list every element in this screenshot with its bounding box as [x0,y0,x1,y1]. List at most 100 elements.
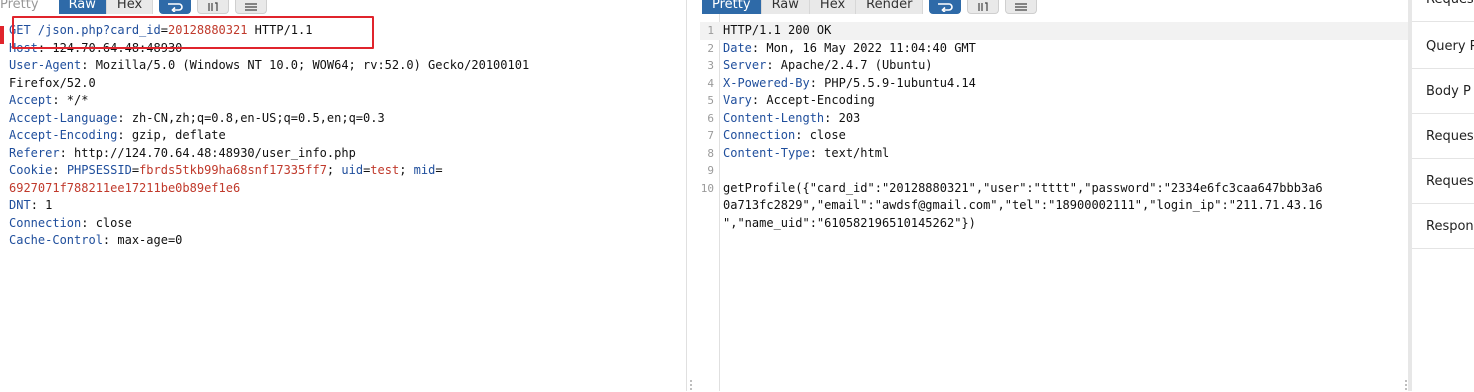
hamburger-icon [1015,2,1028,11]
request-tab-pretty[interactable]: Pretty [0,0,49,14]
line-marker [0,26,4,44]
response-line: 9 [700,162,1408,180]
request-line-text: Accept: */* [9,92,88,110]
code-token: Server [723,58,767,72]
code-token: : Accept-Encoding [751,93,875,107]
line-number: 8 [707,146,714,160]
request-line-text: 6927071f788211ee17211be0b89ef1e6 [9,180,240,198]
code-token: Accept-Language [9,110,118,125]
code-token: Referer [9,145,60,160]
inspector-section[interactable]: Body P [1412,70,1474,114]
request-line: Accept: */* [0,92,686,110]
response-line: 5 Vary: Accept-Encoding [700,92,1408,110]
response-line: 0a713fc2829","email":"awdsf@gmail.com","… [700,197,1408,215]
request-line-text: Referer: http://124.70.64.48:48930/user_… [9,145,356,163]
response-menu-button[interactable] [1005,0,1038,14]
response-line-text: Vary: Accept-Encoding [723,92,875,110]
request-tab-raw[interactable]: Raw [58,0,107,14]
code-token: ","name_uid":"610582196510145262"}) [723,215,976,230]
code-token: = [435,163,443,177]
line-number: 6 [707,111,714,125]
request-line-text: DNT: 1 [9,197,52,215]
wrap-lines-icon [168,2,183,12]
line-number: 10 [700,181,714,195]
hamburger-icon [245,2,258,11]
response-line-text: Content-Length: 203 [723,110,860,128]
request-line: Connection: close [0,215,686,233]
inspector-section[interactable]: Respon [1412,205,1474,249]
code-token: : 203 [824,110,861,125]
code-token: DNT [9,198,31,212]
response-line-text: X-Powered-By: PHP/5.5.9-1ubuntu4.14 [723,75,976,93]
inspector-panel: RequesQuery PBody PRequesRequesRespon [1408,0,1474,391]
request-line: Cookie: PHPSESSID=fbrds5tkb99ha68snf1733… [0,162,686,180]
pane-divider[interactable] [686,0,687,391]
response-line: 8 Content-Type: text/html [700,145,1408,163]
newline-icon [208,1,218,11]
response-line-text: Connection: close [723,127,846,145]
code-token: test [370,163,400,177]
newline-icon [978,1,989,11]
response-tab-raw[interactable]: Raw [761,0,810,14]
response-line: ","name_uid":"610582196510145262"}) [700,215,1408,233]
line-number: 2 [707,41,714,55]
request-editor[interactable]: GET /json.php?card_id=20128880321 HTTP/1… [0,20,686,391]
code-token: : PHP/5.5.9-1ubuntu4.14 [809,75,976,90]
code-token: getProfile({"card_id":"20128880321","use… [723,180,1323,195]
code-token: Content-Type [723,145,810,160]
line-number: 1 [707,24,714,37]
response-tab-render[interactable]: Render [856,0,924,14]
inspector-section[interactable]: Reques [1412,160,1474,204]
response-tab-hex[interactable]: Hex [809,0,857,14]
request-line: Firefox/52.0 [0,75,686,93]
request-menu-button[interactable] [235,0,268,14]
code-token: ; [399,163,414,177]
code-token: : zh-CN,zh;q=0.8,en-US;q=0.5,en;q=0.3 [117,110,385,125]
code-token: : close [795,128,846,142]
show-nonprintable-button[interactable] [967,0,1000,14]
request-line: Accept-Encoding: gzip, deflate [0,127,686,145]
response-line-text: getProfile({"card_id":"20128880321","use… [723,180,1323,198]
code-token: fbrds5tkb99ha68snf17335ff7 [139,163,327,177]
response-line: 7 Connection: close [700,127,1408,145]
line-number: 7 [707,129,714,142]
code-token: mid [413,163,436,177]
response-editor[interactable]: 1 HTTP/1.1 200 OK 2 Date: Mon, 16 May 2022 … [700,20,1408,391]
code-token: : Mon, 16 May 2022 11:04:40 GMT [751,40,976,55]
code-token: HTTP/1.1 200 OK [723,23,832,37]
code-token: : text/html [809,145,890,160]
resize-grip-icon[interactable] [690,380,693,392]
code-token: Cookie [9,163,53,177]
code-token: : Apache/2.4.7 (Ubuntu) [766,58,933,72]
code-token: Connection [723,128,796,142]
request-pane: Pretty Raw Hex GET /json.php?card_id=201… [0,0,692,391]
response-line: 10 getProfile({"card_id":"20128880321","u… [700,180,1408,198]
request-line-text: Firefox/52.0 [9,75,96,93]
response-toolbar: Pretty Raw Hex Render [700,0,1038,14]
code-token: Date [723,40,752,55]
inspector-section[interactable]: Query P [1412,25,1474,69]
code-token: PHPSESSID [66,163,132,177]
response-line-text: Content-Type: text/html [723,145,889,163]
wrap-lines-button[interactable] [159,0,192,14]
request-line: Cache-Control: max-age=0 [0,232,686,250]
request-line-text: Connection: close [9,215,132,233]
response-line-text: Server: Apache/2.4.7 (Ubuntu) [723,57,933,75]
show-nonprintable-button[interactable] [197,0,230,14]
wrap-lines-button[interactable] [929,0,962,14]
request-line: Referer: http://124.70.64.48:48930/user_… [0,145,686,163]
code-token: Content-Length [723,110,825,125]
code-token: : max-age=0 [102,233,183,247]
response-line-text: HTTP/1.1 200 OK [723,22,831,40]
response-line: 4 X-Powered-By: PHP/5.5.9-1ubuntu4.14 [700,75,1408,93]
code-token: : */* [52,93,89,107]
code-token: Vary [723,93,752,107]
request-line-text: Accept-Encoding: gzip, deflate [9,127,226,145]
inspector-section[interactable]: Reques [1412,0,1474,22]
code-token: = [131,163,140,177]
response-line: 1 HTTP/1.1 200 OK [700,22,1408,40]
response-tab-pretty[interactable]: Pretty [702,0,762,14]
request-tab-hex[interactable]: Hex [106,0,154,14]
inspector-section[interactable]: Reques [1412,115,1474,159]
code-token: X-Powered-By [723,75,810,90]
